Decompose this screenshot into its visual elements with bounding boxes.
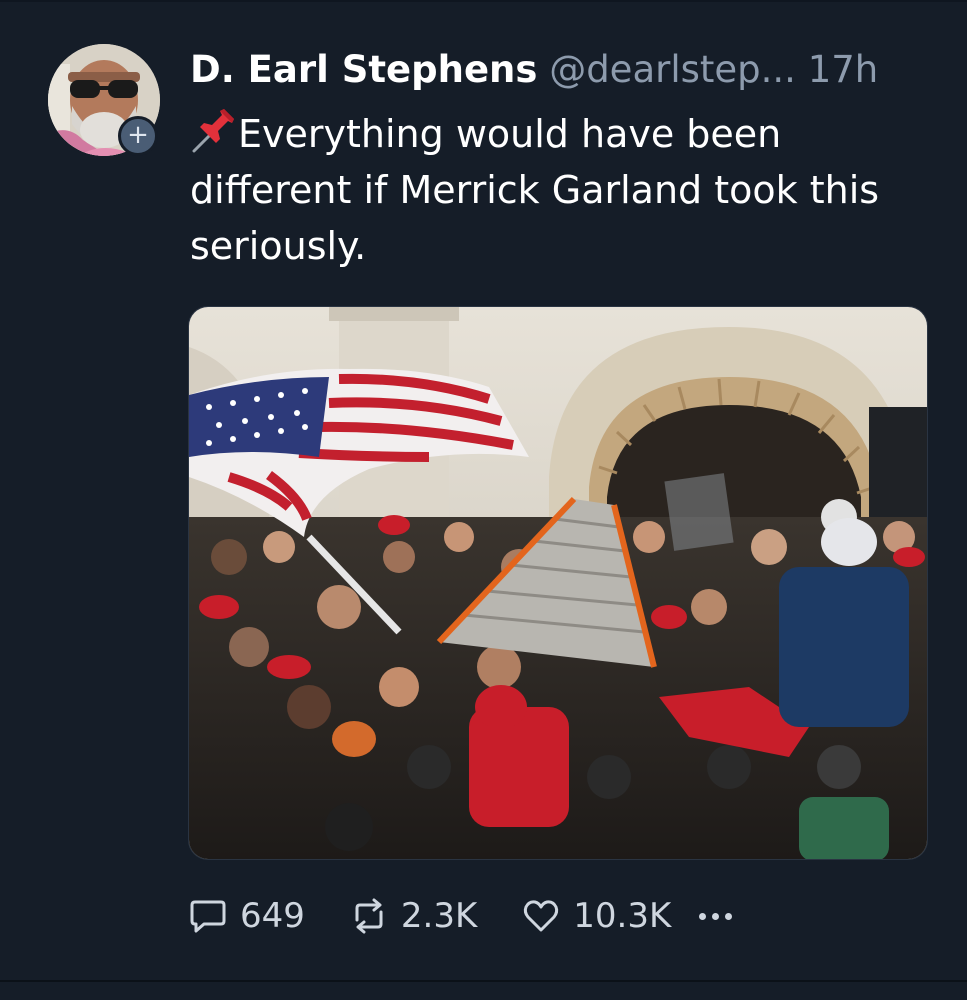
more-dot [725, 912, 733, 920]
repost-count: 2.3K [400, 896, 478, 936]
crowd-photo [189, 307, 927, 859]
post-header: D. Earl Stephens @dearlstep... 17h [190, 46, 940, 94]
more-horizontal-icon[interactable] [699, 912, 733, 920]
comment-bubble-icon [190, 900, 226, 933]
author-handle[interactable]: @dearlstep... [549, 48, 796, 91]
more-dot [699, 912, 707, 920]
avatar-container[interactable]: + [48, 44, 160, 156]
post-text: Everything would have been different if … [190, 112, 880, 268]
more-dot [712, 912, 720, 920]
repost-arrows-icon [355, 898, 383, 934]
post-timestamp[interactable]: 17h [808, 48, 879, 91]
post-actions: 649 2.3K 10.3K [188, 888, 928, 944]
post-image[interactable] [188, 306, 928, 860]
reply-button[interactable]: 649 [188, 896, 305, 936]
pushpin-icon [190, 109, 238, 153]
post-body: Everything would have been different if … [190, 106, 930, 274]
heart-icon [524, 900, 559, 932]
like-count: 10.3K [573, 896, 672, 936]
repost-button[interactable]: 2.3K [349, 896, 477, 936]
post-card: + D. Earl Stephens @dearlstep... 17h Eve… [0, 0, 967, 1000]
author-name[interactable]: D. Earl Stephens [190, 48, 537, 91]
follow-plus-button[interactable]: + [118, 116, 158, 156]
reply-count: 649 [240, 896, 305, 936]
like-button[interactable]: 10.3K [521, 896, 671, 936]
divider [0, 980, 967, 982]
